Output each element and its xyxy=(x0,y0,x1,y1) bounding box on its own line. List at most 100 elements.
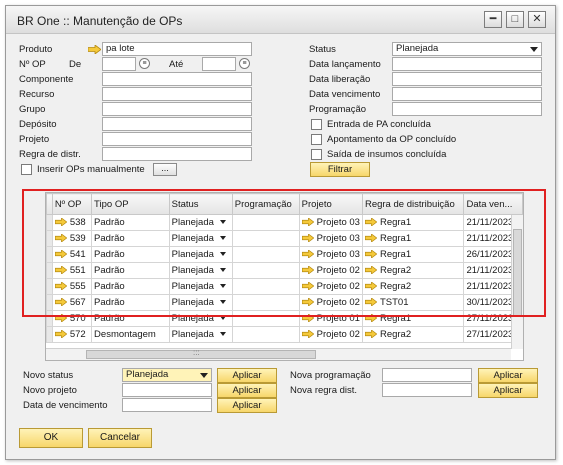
cell-programacao[interactable] xyxy=(231,214,300,231)
cell-status[interactable]: Planejada xyxy=(168,246,233,263)
produto-field[interactable]: pa lote xyxy=(102,42,252,56)
link-arrow-icon[interactable] xyxy=(365,298,377,306)
cell-regra[interactable]: Regra2 xyxy=(361,278,465,295)
cell-tipo[interactable]: Padrão xyxy=(91,246,170,263)
cell-tipo[interactable]: Desmontagem xyxy=(91,326,170,343)
aplicar-programacao-button[interactable]: Aplicar xyxy=(478,368,538,383)
close-button[interactable]: ✕ xyxy=(528,11,546,28)
cell-tipo[interactable]: Padrão xyxy=(91,310,170,327)
cell-status[interactable]: Planejada xyxy=(168,214,233,231)
table-row[interactable]: 567 Padrão Planejada Projeto 02 TST01 30/11/2… xyxy=(46,294,523,311)
col-header-status[interactable]: Status xyxy=(168,193,233,215)
saida-insumos-checkbox[interactable] xyxy=(311,149,322,160)
cell-projeto[interactable]: Projeto 01 xyxy=(298,310,363,327)
link-arrow-icon[interactable] xyxy=(302,266,314,274)
col-header-regra[interactable]: Regra de distribuição xyxy=(361,193,465,215)
grupo-field[interactable] xyxy=(102,102,252,116)
cell-programacao[interactable] xyxy=(231,278,300,295)
data-vencimento-field[interactable] xyxy=(392,87,542,101)
cell-programacao[interactable] xyxy=(231,326,300,343)
link-arrow-icon[interactable] xyxy=(365,314,377,322)
link-arrow-icon[interactable] xyxy=(302,282,314,290)
cell-tipo[interactable]: Padrão xyxy=(91,262,170,279)
link-arrow-icon[interactable] xyxy=(302,314,314,322)
op-from-field[interactable] xyxy=(102,57,136,71)
maximize-button[interactable]: □ xyxy=(506,11,524,28)
cell-projeto[interactable]: Projeto 02 xyxy=(298,262,363,279)
link-arrow-icon[interactable] xyxy=(55,314,67,322)
link-arrow-icon[interactable] xyxy=(55,330,67,338)
link-arrow-icon[interactable] xyxy=(55,250,67,258)
link-arrow-icon[interactable] xyxy=(302,298,314,306)
col-header-programacao[interactable]: Programação xyxy=(231,193,300,215)
horizontal-scroll-thumb[interactable]: ::: xyxy=(86,348,316,359)
cell-tipo[interactable]: Padrão xyxy=(91,230,170,247)
cell-regra[interactable]: Regra2 xyxy=(361,262,465,279)
ok-button[interactable]: OK xyxy=(19,428,83,448)
grid-horizontal-scrollbar[interactable]: ::: xyxy=(46,348,511,360)
entrada-pa-checkbox[interactable] xyxy=(311,119,322,130)
cell-status[interactable]: Planejada xyxy=(168,310,233,327)
table-row[interactable]: 541 Padrão Planejada Projeto 03 Regra1 26/11/… xyxy=(46,246,523,263)
link-arrow-icon[interactable] xyxy=(365,330,377,338)
table-row[interactable]: 538 Padrão Planejada Projeto 03 Regra1 21/11/… xyxy=(46,214,523,231)
cell-programacao[interactable] xyxy=(231,230,300,247)
cell-programacao[interactable] xyxy=(231,310,300,327)
cell-programacao[interactable] xyxy=(231,262,300,279)
cell-regra[interactable]: Regra1 xyxy=(361,214,465,231)
cell-nop[interactable]: 555 xyxy=(51,278,93,295)
cell-programacao[interactable] xyxy=(231,246,300,263)
aplicar-vencimento-button[interactable]: Aplicar xyxy=(217,398,277,413)
cell-nop[interactable]: 572 xyxy=(51,326,93,343)
aplicar-regra-button[interactable]: Aplicar xyxy=(478,383,538,398)
chevron-down-icon[interactable] xyxy=(219,252,226,257)
cell-regra[interactable]: Regra2 xyxy=(361,326,465,343)
aplicar-projeto-button[interactable]: Aplicar xyxy=(217,383,277,398)
table-row[interactable]: 572 Desmontagem Planejada Projeto 02 Regra2 2… xyxy=(46,326,523,343)
link-arrow-icon[interactable] xyxy=(365,234,377,242)
link-arrow-icon[interactable] xyxy=(302,250,314,258)
cell-projeto[interactable]: Projeto 03 xyxy=(298,214,363,231)
data-liberacao-field[interactable] xyxy=(392,72,542,86)
grid-vertical-scrollbar[interactable] xyxy=(511,215,523,349)
nova-regra-field[interactable] xyxy=(382,383,472,397)
chevron-down-icon[interactable] xyxy=(219,268,226,273)
table-row[interactable]: 551 Padrão Planejada Projeto 02 Regra2 21/11/… xyxy=(46,262,523,279)
calendar-icon[interactable]: ≡ xyxy=(239,58,250,69)
componente-field[interactable] xyxy=(102,72,252,86)
chevron-down-icon[interactable] xyxy=(219,316,226,321)
link-arrow-icon[interactable] xyxy=(55,218,67,226)
regra-field[interactable] xyxy=(102,147,252,161)
cell-nop[interactable]: 541 xyxy=(51,246,93,263)
status-select[interactable]: Planejada xyxy=(392,42,542,56)
apontamento-checkbox[interactable] xyxy=(311,134,322,145)
link-arrow-icon[interactable] xyxy=(365,282,377,290)
novo-status-select[interactable]: Planejada xyxy=(122,368,212,382)
cell-projeto[interactable]: Projeto 02 xyxy=(298,326,363,343)
link-arrow-icon[interactable] xyxy=(55,282,67,290)
title-bar[interactable]: BR One :: Manutenção de OPs ━ □ ✕ xyxy=(6,6,555,34)
chevron-down-icon[interactable] xyxy=(219,236,226,241)
link-arrow-icon[interactable] xyxy=(365,218,377,226)
cell-projeto[interactable]: Projeto 03 xyxy=(298,246,363,263)
cell-tipo[interactable]: Padrão xyxy=(91,294,170,311)
link-arrow-icon[interactable] xyxy=(365,250,377,258)
col-header-projeto[interactable]: Projeto xyxy=(298,193,363,215)
link-arrow-icon[interactable] xyxy=(302,234,314,242)
data-vencimento-action-field[interactable] xyxy=(122,398,212,412)
cell-nop[interactable]: 567 xyxy=(51,294,93,311)
projeto-field[interactable] xyxy=(102,132,252,146)
cell-status[interactable]: Planejada xyxy=(168,278,233,295)
nova-programacao-field[interactable] xyxy=(382,368,472,382)
deposito-field[interactable] xyxy=(102,117,252,131)
cell-nop[interactable]: 551 xyxy=(51,262,93,279)
col-header-data-ven[interactable]: Data ven... xyxy=(463,193,523,215)
chevron-down-icon[interactable] xyxy=(219,220,226,225)
cell-tipo[interactable]: Padrão xyxy=(91,278,170,295)
recurso-field[interactable] xyxy=(102,87,252,101)
cell-tipo[interactable]: Padrão xyxy=(91,214,170,231)
cell-regra[interactable]: Regra1 xyxy=(361,310,465,327)
link-arrow-icon[interactable] xyxy=(365,266,377,274)
novo-projeto-field[interactable] xyxy=(122,383,212,397)
cell-status[interactable]: Planejada xyxy=(168,294,233,311)
